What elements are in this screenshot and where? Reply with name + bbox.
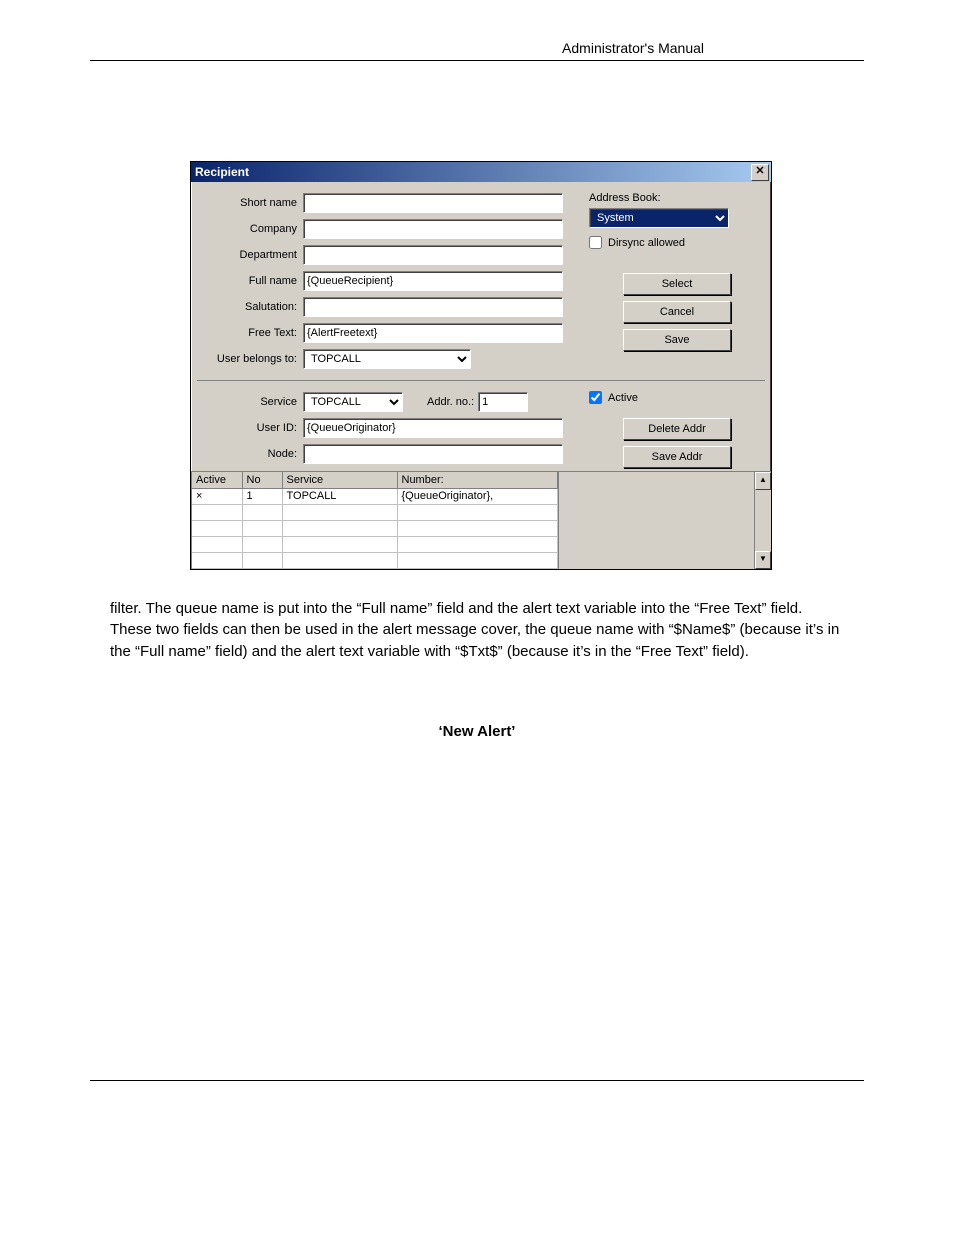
user-belongs-to-label: User belongs to: — [197, 353, 303, 365]
col-active[interactable]: Active — [192, 472, 242, 488]
full-name-label: Full name — [197, 275, 303, 287]
short-name-input[interactable] — [303, 193, 563, 213]
table-cell: {QueueOriginator}, — [397, 488, 557, 504]
free-text-label: Free Text: — [197, 327, 303, 339]
table-cell — [282, 552, 397, 568]
scroll-down-icon[interactable]: ▼ — [755, 551, 771, 569]
table-row[interactable] — [192, 504, 557, 520]
body-paragraph: filter. The queue name is put into the “… — [110, 598, 844, 663]
select-button[interactable]: Select — [623, 273, 731, 295]
user-belongs-to-select[interactable]: TOPCALL — [303, 349, 471, 369]
table-cell — [242, 536, 282, 552]
department-input[interactable] — [303, 245, 563, 265]
service-label: Service — [197, 396, 303, 408]
table-cell — [192, 552, 242, 568]
table-cell — [397, 536, 557, 552]
col-no[interactable]: No — [242, 472, 282, 488]
address-book-select[interactable]: System — [589, 208, 729, 228]
table-cell — [397, 504, 557, 520]
col-number[interactable]: Number: — [397, 472, 557, 488]
dirsync-allowed-label: Dirsync allowed — [608, 237, 685, 249]
cancel-button[interactable]: Cancel — [623, 301, 731, 323]
table-cell: TOPCALL — [282, 488, 397, 504]
table-cell — [282, 504, 397, 520]
table-row[interactable] — [192, 536, 557, 552]
recipient-dialog: Recipient ✕ Short name Company — [190, 161, 772, 570]
free-text-input[interactable] — [303, 323, 563, 343]
dialog-title: Recipient — [195, 165, 249, 179]
table-cell: × — [192, 488, 242, 504]
dirsync-allowed-input[interactable] — [589, 236, 602, 249]
scroll-up-icon[interactable]: ▲ — [755, 472, 771, 490]
company-label: Company — [197, 223, 303, 235]
table-cell — [242, 520, 282, 536]
table-scrollbar[interactable]: ▲ ▼ — [754, 472, 771, 569]
full-name-input[interactable] — [303, 271, 563, 291]
table-cell — [192, 520, 242, 536]
salutation-label: Salutation: — [197, 301, 303, 313]
active-label: Active — [608, 392, 638, 404]
table-cell — [242, 552, 282, 568]
table-cell — [192, 504, 242, 520]
table-row[interactable] — [192, 520, 557, 536]
user-id-label: User ID: — [197, 422, 303, 434]
table-cell — [282, 536, 397, 552]
table-cell: 1 — [242, 488, 282, 504]
node-label: Node: — [197, 448, 303, 460]
salutation-input[interactable] — [303, 297, 563, 317]
table-spacer — [558, 472, 755, 569]
department-label: Department — [197, 249, 303, 261]
active-checkbox[interactable]: Active — [589, 391, 638, 404]
table-cell — [242, 504, 282, 520]
addr-no-input[interactable] — [478, 392, 528, 412]
service-select[interactable]: TOPCALL — [303, 392, 403, 412]
dirsync-allowed-checkbox[interactable]: Dirsync allowed — [589, 236, 685, 249]
table-row[interactable]: ×1TOPCALL{QueueOriginator}, — [192, 488, 557, 504]
address-table: Active No Service Number: ×1TOPCALL{Queu… — [191, 471, 771, 569]
new-alert-heading: ‘New Alert’ — [110, 723, 844, 740]
footer-rule — [90, 1080, 864, 1081]
doc-header: Administrator's Manual — [90, 40, 864, 61]
dialog-titlebar: Recipient ✕ — [191, 162, 771, 182]
user-id-input[interactable] — [303, 418, 563, 438]
table-header-row: Active No Service Number: — [192, 472, 557, 488]
save-addr-button[interactable]: Save Addr — [623, 446, 731, 468]
table-cell — [282, 520, 397, 536]
table-cell — [397, 520, 557, 536]
col-service[interactable]: Service — [282, 472, 397, 488]
active-input[interactable] — [589, 391, 602, 404]
delete-addr-button[interactable]: Delete Addr — [623, 418, 731, 440]
node-input[interactable] — [303, 444, 563, 464]
short-name-label: Short name — [197, 197, 303, 209]
table-cell — [192, 536, 242, 552]
table-cell — [397, 552, 557, 568]
address-book-label: Address Book: — [589, 192, 765, 204]
table-row[interactable] — [192, 552, 557, 568]
company-input[interactable] — [303, 219, 563, 239]
close-icon[interactable]: ✕ — [751, 164, 769, 181]
addr-no-label: Addr. no.: — [427, 396, 474, 408]
save-button[interactable]: Save — [623, 329, 731, 351]
